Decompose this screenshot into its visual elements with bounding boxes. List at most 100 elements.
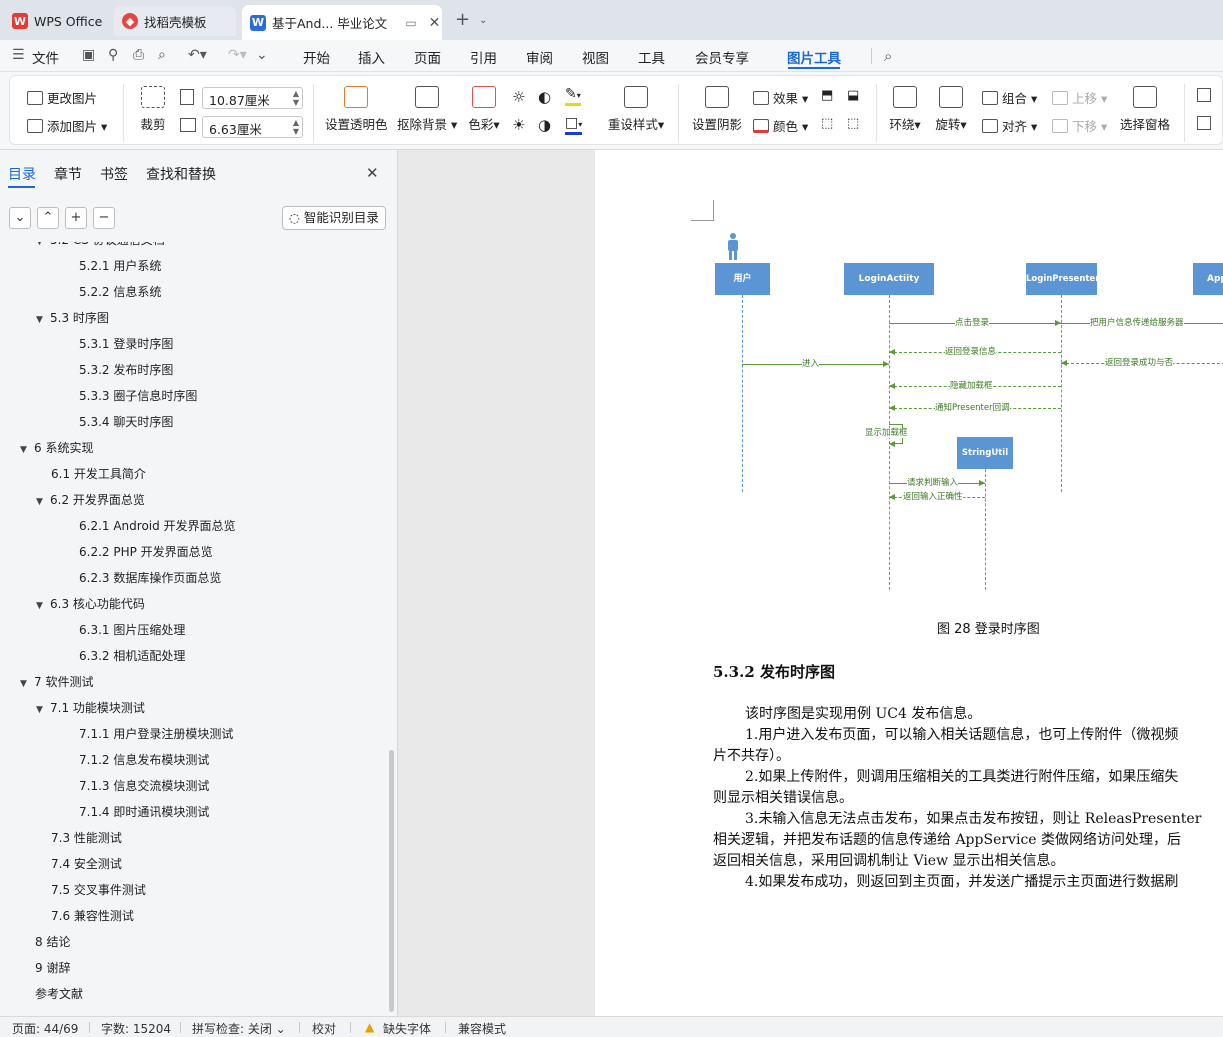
new-tab-icon[interactable]: + xyxy=(455,9,470,30)
menu-member[interactable]: 会员专享 xyxy=(695,47,749,67)
more-tool-icon[interactable] xyxy=(1197,88,1211,102)
collapse-up-button[interactable]: ⌃ xyxy=(37,207,59,229)
move-up-button[interactable]: 上移 ▾ xyxy=(1052,88,1107,107)
menu-file[interactable]: 文件 xyxy=(32,47,59,67)
send-backward-icon[interactable]: ⬓ xyxy=(847,88,859,103)
tab-wps-office[interactable]: W WPS Office xyxy=(4,6,108,36)
bring-forward-icon[interactable]: ⬒ xyxy=(821,88,833,103)
close-tab-icon[interactable]: ✕ xyxy=(429,15,441,31)
group-button[interactable]: 组合 ▾ xyxy=(982,88,1037,107)
selection-pane-button[interactable]: 选择窗格 xyxy=(1119,86,1171,133)
toc-item[interactable]: 7.1.1 用户登录注册模块测试 xyxy=(79,724,233,744)
remove-background-button[interactable]: 抠除背景 ▾ xyxy=(397,86,457,133)
tab-document[interactable]: W 基于And... 毕业论文 ▭ ✕ xyxy=(242,5,442,40)
close-pane-icon[interactable]: ✕ xyxy=(366,164,379,182)
toc-item[interactable]: 8 结论 xyxy=(35,932,70,952)
change-picture-button[interactable]: 更改图片 xyxy=(27,88,97,107)
fill-color-button[interactable]: 颜色 ▾ xyxy=(753,116,808,135)
expand-arrow-icon[interactable]: ▼ xyxy=(36,310,50,330)
toc-item[interactable]: 5.3.1 登录时序图 xyxy=(79,334,173,354)
wrap-button[interactable]: 环绕▾ xyxy=(887,86,923,133)
effect-button[interactable]: 效果 ▾ xyxy=(753,88,808,107)
menu-picture-tools[interactable]: 图片工具 xyxy=(787,47,841,67)
move-down-button[interactable]: 下移 ▾ xyxy=(1052,116,1107,135)
preview-icon[interactable]: ⌕ xyxy=(158,47,166,63)
expand-arrow-icon[interactable]: ▼ xyxy=(36,596,50,616)
monitor-icon[interactable]: ▭ xyxy=(405,16,416,30)
highlight-color-icon[interactable]: ✎▾ xyxy=(565,87,581,106)
menu-reference[interactable]: 引用 xyxy=(470,47,497,67)
expand-arrow-icon[interactable]: ▼ xyxy=(36,700,50,720)
toc-item[interactable]: ▼ 5.3 时序图 xyxy=(36,308,109,328)
missing-font-button[interactable]: 缺失字体 xyxy=(383,1020,431,1037)
toc-item[interactable]: 7.3 性能测试 xyxy=(51,828,122,848)
tab-chapter[interactable]: 章节 xyxy=(54,164,82,184)
remove-heading-button[interactable]: − xyxy=(93,207,115,229)
chevron-down-icon[interactable]: ⌄ xyxy=(479,15,487,26)
expand-arrow-icon[interactable]: ▼ xyxy=(20,440,34,460)
brightness-up-icon[interactable]: ☼ xyxy=(512,88,525,106)
brightness-down-icon[interactable]: ☀ xyxy=(512,116,525,134)
proofread-button[interactable]: 校对 xyxy=(312,1020,336,1037)
smart-toc-button[interactable]: ◌ 智能识别目录 xyxy=(282,206,386,230)
menu-page[interactable]: 页面 xyxy=(414,47,441,67)
expand-arrow-icon[interactable]: ▼ xyxy=(20,674,34,694)
toc-item[interactable]: 7.1.4 即时通讯模块测试 xyxy=(79,802,209,822)
word-count[interactable]: 字数: 15204 xyxy=(101,1020,171,1037)
expand-arrow-icon[interactable]: ▼ xyxy=(36,242,50,252)
height-spinner[interactable]: ▲ ▼ xyxy=(293,118,299,136)
menu-home[interactable]: 开始 xyxy=(303,47,330,67)
toc-item[interactable]: 5.3.3 圈子信息时序图 xyxy=(79,386,197,406)
flip-v-icon[interactable]: ⬚ xyxy=(847,116,859,131)
redo-icon[interactable]: ↷▾ xyxy=(228,47,247,63)
color-button[interactable]: 色彩▾ xyxy=(466,86,502,133)
tab-bookmark[interactable]: 书签 xyxy=(100,164,128,184)
toc-scrollbar[interactable] xyxy=(389,750,394,1012)
tab-find-replace[interactable]: 查找和替换 xyxy=(146,164,216,184)
toc-item[interactable]: ▼ 7.1 功能模块测试 xyxy=(36,698,145,718)
print-icon[interactable]: ⎙ xyxy=(133,47,144,63)
toc-item[interactable]: 5.2.2 信息系统 xyxy=(79,282,161,302)
add-picture-button[interactable]: 添加图片 ▾ xyxy=(27,116,107,135)
toc-item[interactable]: 6.1 开发工具简介 xyxy=(51,464,146,484)
expand-arrow-icon[interactable]: ▼ xyxy=(36,492,50,512)
toc-item[interactable]: 6.2.2 PHP 开发界面总览 xyxy=(79,542,213,562)
tab-docer[interactable]: ◆ 找稻壳模板 xyxy=(114,6,236,36)
menu-insert[interactable]: 插入 xyxy=(358,47,385,67)
toc-item[interactable]: 5.3.2 发布时序图 xyxy=(79,360,173,380)
toc-item[interactable]: 5.2.1 用户系统 xyxy=(79,256,161,276)
page-indicator[interactable]: 页面: 44/69 xyxy=(12,1020,78,1037)
toc-item[interactable]: ▼ 6.2 开发界面总览 xyxy=(36,490,145,510)
align-button[interactable]: 对齐 ▾ xyxy=(982,116,1037,135)
sequence-diagram[interactable]: 用户 LoginActiity LoginPresenter App Strin… xyxy=(705,230,1223,590)
flip-h-icon[interactable]: ⬚ xyxy=(821,116,833,131)
toc-item[interactable]: 5.3.4 聊天时序图 xyxy=(79,412,173,432)
toc-item[interactable]: 7.1.3 信息交流模块测试 xyxy=(79,776,209,796)
crop-button[interactable]: 裁剪 xyxy=(138,86,168,133)
search-icon[interactable]: ⌕ xyxy=(884,47,892,65)
spell-check-toggle[interactable]: 拼写检查: 关闭 ⌄ xyxy=(192,1020,286,1037)
set-shadow-button[interactable]: 设置阴影 xyxy=(691,86,743,133)
toc-item[interactable]: 6.2.1 Android 开发界面总览 xyxy=(79,516,236,536)
contrast-up-icon[interactable]: ◐ xyxy=(538,88,551,106)
toc-item[interactable]: 6.3.1 图片压缩处理 xyxy=(79,620,185,640)
more-tool-icon[interactable] xyxy=(1197,116,1211,130)
toc-item[interactable]: 9 谢辞 xyxy=(35,958,70,978)
link-icon[interactable]: ⚲ xyxy=(108,47,118,63)
rotate-button[interactable]: 旋转▾ xyxy=(933,86,969,133)
toc-item[interactable]: 7.4 安全测试 xyxy=(51,854,122,874)
add-heading-button[interactable]: + xyxy=(65,207,87,229)
contrast-down-icon[interactable]: ◑ xyxy=(538,116,551,134)
toc-item[interactable]: 7.5 交叉事件测试 xyxy=(51,880,146,900)
collapse-down-button[interactable]: ⌄ xyxy=(9,207,31,229)
toc-item[interactable]: 6.2.3 数据库操作页面总览 xyxy=(79,568,221,588)
toc-item[interactable]: 6.3.2 相机适配处理 xyxy=(79,646,185,666)
border-color-icon[interactable]: □▾ xyxy=(565,116,583,135)
toc-item[interactable]: ▼5.2 CS 协议通信文档 xyxy=(36,242,165,250)
height-input[interactable]: 6.63厘米 ▲ ▼ xyxy=(202,116,303,138)
tab-toc[interactable]: 目录 xyxy=(8,164,36,184)
toc-item[interactable]: 7.1.2 信息发布模块测试 xyxy=(79,750,209,770)
width-input[interactable]: 10.87厘米 ▲ ▼ xyxy=(202,87,303,109)
toc-item[interactable]: ▼ 6 系统实现 xyxy=(20,438,93,458)
toc-item[interactable]: 7.6 兼容性测试 xyxy=(51,906,134,926)
